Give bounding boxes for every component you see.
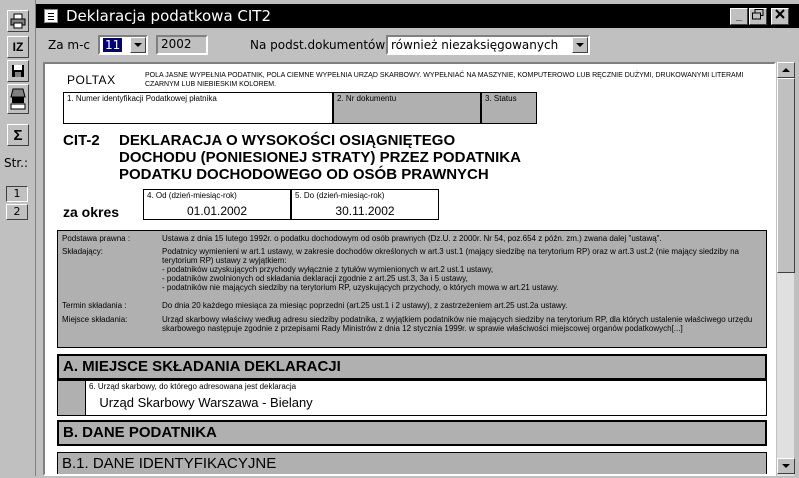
chevron-down-icon[interactable] (572, 37, 588, 53)
pages-label: Str.: (4, 156, 29, 170)
scroll-thumb[interactable] (777, 78, 795, 273)
section-b-header: B. DANE PODATNIKA (57, 420, 767, 446)
scroll-down-button[interactable] (777, 458, 795, 474)
year-field[interactable]: 2002 (156, 35, 208, 55)
save-button[interactable] (7, 60, 29, 82)
month-label: Za m-c (48, 38, 91, 52)
restore-button[interactable] (749, 8, 767, 25)
field-tax-office-value: Urząd Skarbowy Warszawa - Bielany (99, 395, 313, 410)
field-tax-office-label: 6. Urząd skarbowy, do którego adresowana… (89, 382, 297, 391)
field-date-to-value: 30.11.2002 (335, 204, 395, 218)
month-select[interactable]: 11 (98, 35, 148, 55)
month-value: 11 (103, 38, 123, 52)
page-1-button[interactable]: 1 (6, 186, 28, 202)
field-status: 3. Status (481, 92, 537, 124)
form-id: CIT-2 (63, 132, 100, 149)
info-key: Podstawa prawna : (62, 234, 131, 243)
info-value: Urząd skarbowy właściwy według adresu si… (162, 315, 753, 333)
field-date-from-value: 01.01.2002 (186, 204, 248, 218)
print-button[interactable] (7, 10, 29, 32)
docs-value: również niezaksięgowanych (391, 38, 559, 52)
docs-select[interactable]: również niezaksięgowanych (386, 35, 590, 55)
page-2-button[interactable]: 2 (6, 204, 28, 220)
info-value: Ustawa z dnia 15 lutego 1992r. o podatku… (162, 234, 662, 243)
form-title-line-2: DOCHODU (PONIESIONEJ STRATY) PRZEZ PODAT… (119, 149, 521, 166)
close-icon (775, 9, 785, 19)
close-button[interactable] (771, 8, 789, 25)
legal-info-box: Podstawa prawna : Ustawa z dnia 15 luteg… (57, 230, 767, 348)
info-key: Termin składania : (62, 301, 127, 310)
chevron-down-icon[interactable] (130, 37, 146, 53)
info-value: Do dnia 20 każdego miesiąca za miesiąc p… (162, 301, 568, 310)
period-label: za okres (63, 204, 120, 220)
field-date-to-label: 5. Do (dzień-miesiąc-rok) (295, 191, 385, 200)
section-a-header: A. MIEJSCE SKŁADANIA DEKLARACJI (57, 354, 767, 380)
form-title-line-3: PODATKU DOCHODOWEGO OD OSÓB PRAWNYCH (119, 166, 489, 183)
vertical-scrollbar[interactable] (776, 62, 795, 476)
field-nip-label: 1. Numer identyfikacji Podatkowej płatni… (67, 94, 217, 103)
field-nip[interactable]: 1. Numer identyfikacji Podatkowej płatni… (63, 92, 333, 124)
save-icon (12, 65, 24, 77)
docs-label: Na podst.dokumentów (250, 38, 386, 52)
chevron-down-icon (782, 464, 790, 468)
info-value: Podatnicy wymienieni w art.1 ustawy, w z… (162, 247, 739, 292)
iz-icon: IZ (12, 40, 24, 54)
section-b1-header: B.1. DANE IDENTYFIKACYJNE (57, 452, 767, 474)
form-title: DEKLARACJA O WYSOKOŚCI OSIĄGNIĘTEGO DOCH… (119, 132, 521, 183)
sum-icon: Σ (13, 126, 23, 144)
document-icon (44, 9, 58, 23)
document-viewport[interactable]: POLTAX POLA JASNE WYPEŁNIA PODATNIK, POL… (43, 62, 776, 476)
minimize-icon: _ (735, 10, 743, 22)
form-title-line-1: DEKLARACJA O WYSOKOŚCI OSIĄGNIĘTEGO (119, 132, 456, 149)
field-status-label: 3. Status (485, 94, 517, 103)
printer-icon (10, 13, 26, 29)
field-date-from-label: 4. Od (dzień-miesiąc-rok) (147, 191, 237, 200)
stamp-icon (10, 88, 26, 110)
minimize-button[interactable]: _ (730, 8, 748, 25)
field-date-to[interactable]: 5. Do (dzień-miesiąc-rok) 30.11.2002 (291, 189, 439, 220)
left-toolbar: IZ Σ Str.: 1 2 (0, 0, 36, 476)
sum-button[interactable]: Σ (7, 124, 29, 146)
field-doc-number: 2. Nr dokumentu (333, 92, 481, 124)
filter-row: Za m-c 11 2002 Na podst.dokumentów równi… (36, 28, 799, 60)
chevron-up-icon (782, 68, 790, 72)
field-tax-office[interactable]: 6. Urząd skarbowy, do którego adresowana… (85, 380, 767, 416)
field-date-from[interactable]: 4. Od (dzień-miesiąc-rok) 01.01.2002 (143, 189, 291, 220)
scroll-up-button[interactable] (777, 62, 795, 78)
poltax-logo: POLTAX (67, 73, 116, 87)
restore-icon (752, 9, 764, 20)
field-doc-number-label: 2. Nr dokumentu (337, 94, 397, 103)
stamp-button[interactable] (7, 84, 29, 114)
section-a-margin (57, 380, 85, 416)
app-window: IZ Σ Str.: 1 2 Deklaracja podatkowa CIT2… (0, 0, 799, 476)
iz-button[interactable]: IZ (7, 36, 29, 58)
info-key: Miejsce składania: (62, 315, 128, 324)
form-instructions: POLA JASNE WYPEŁNIA PODATNIK, POLA CIEMN… (145, 72, 744, 88)
info-key: Składający: (62, 247, 103, 256)
window-title: Deklaracja podatkowa CIT2 (66, 7, 272, 25)
title-bar[interactable]: Deklaracja podatkowa CIT2 _ (36, 4, 799, 28)
